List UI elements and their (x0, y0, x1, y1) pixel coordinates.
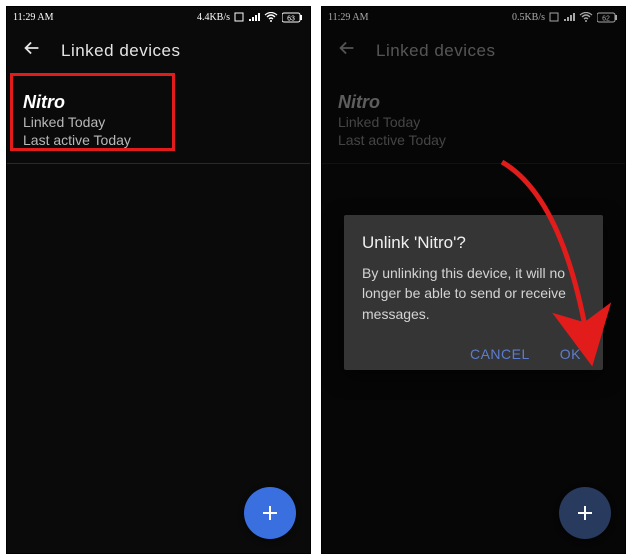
back-icon[interactable] (21, 37, 43, 64)
status-bar: 11:29 AM 4.4KB/s 63 (7, 7, 310, 27)
signal-icon (248, 12, 260, 22)
network-speed: 4.4KB/s (197, 12, 230, 23)
page-title: Linked devices (61, 41, 180, 61)
device-list-item[interactable]: Nitro Linked Today Last active Today (7, 82, 310, 164)
device-last-active: Last active Today (23, 131, 294, 149)
add-device-fab[interactable] (244, 487, 296, 539)
svg-text:63: 63 (287, 15, 295, 22)
wifi-icon (264, 12, 278, 22)
cancel-button[interactable]: CANCEL (470, 346, 530, 362)
add-device-fab[interactable] (559, 487, 611, 539)
dialog-body: By unlinking this device, it will no lon… (362, 263, 585, 324)
device-linked: Linked Today (23, 113, 294, 131)
app-bar: Linked devices (7, 27, 310, 82)
phone-screen-left: 11:29 AM 4.4KB/s 63 Linked devices Nitro… (6, 6, 311, 554)
dialog-title: Unlink 'Nitro'? (362, 233, 585, 253)
battery-icon: 63 (282, 12, 304, 23)
sim-icon (234, 12, 244, 22)
clock: 11:29 AM (13, 12, 53, 23)
ok-button[interactable]: OK (560, 346, 581, 362)
device-name: Nitro (23, 92, 294, 113)
unlink-dialog: Unlink 'Nitro'? By unlinking this device… (344, 215, 603, 370)
phone-screen-right: 11:29 AM 0.5KB/s 62 Linked devices Nitro… (321, 6, 626, 554)
